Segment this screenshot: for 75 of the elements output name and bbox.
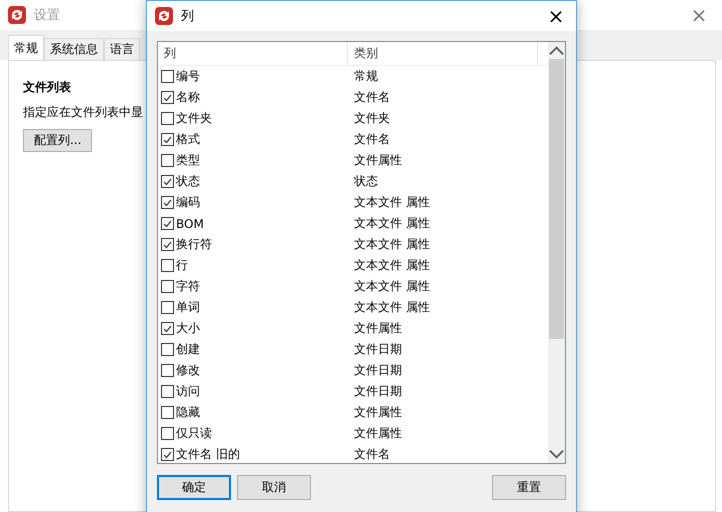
column-category: 状态	[353, 173, 378, 190]
checkbox[interactable]	[161, 70, 174, 83]
section-heading: 文件列表	[23, 79, 72, 96]
cancel-button[interactable]: 取消	[237, 475, 311, 500]
column-category: 文件属性	[353, 152, 402, 169]
column-category: 文本文件 属性	[353, 257, 430, 274]
column-header[interactable]: 类别	[348, 42, 538, 65]
section-description: 指定应在文件列表中显	[23, 104, 143, 121]
tab[interactable]: 系统信息	[44, 38, 104, 60]
column-name: 文件名 旧的	[176, 446, 240, 463]
column-category: 文件夹	[353, 110, 390, 127]
checkbox[interactable]	[161, 448, 174, 461]
tab[interactable]: 常规	[8, 35, 44, 60]
checkbox[interactable]	[161, 301, 174, 314]
checkbox[interactable]	[161, 364, 174, 377]
scrollbar-thumb[interactable]	[549, 59, 564, 339]
checkbox[interactable]	[161, 175, 174, 188]
tab[interactable]: 语言	[104, 38, 140, 60]
checkbox[interactable]	[161, 427, 174, 440]
close-button[interactable]: ×	[676, 0, 722, 30]
window-title: 设置	[34, 7, 60, 24]
column-category: 文件名	[353, 446, 390, 463]
column-category: 文本文件 属性	[353, 194, 430, 211]
column-category: 文件属性	[353, 425, 402, 442]
column-name: 格式	[176, 131, 200, 148]
column-category: 文本文件 属性	[353, 215, 430, 232]
column-name: 换行符	[176, 236, 212, 253]
column-name: 行	[176, 257, 188, 274]
column-category: 文件名	[353, 89, 390, 106]
column-category: 文件日期	[353, 362, 402, 379]
reset-button[interactable]: 重置	[492, 475, 566, 500]
column-name: 类型	[176, 152, 200, 169]
column-category: 文本文件 属性	[353, 278, 430, 295]
column-name: 单词	[176, 299, 200, 316]
checkbox[interactable]	[161, 322, 174, 335]
column-name: 创建	[176, 341, 200, 358]
column-name: 访问	[176, 383, 200, 400]
checkbox[interactable]	[161, 280, 174, 293]
checkbox[interactable]	[161, 406, 174, 419]
checkbox[interactable]	[161, 133, 174, 146]
checkbox[interactable]	[161, 217, 174, 230]
app-logo-icon	[8, 6, 26, 24]
column-name: BOM	[176, 216, 204, 230]
column-name: 编号	[176, 68, 200, 85]
column-name: 编码	[176, 194, 200, 211]
checkbox[interactable]	[161, 154, 174, 167]
column-header[interactable]: 列	[158, 42, 348, 65]
column-category: 文件属性	[353, 404, 402, 421]
checkbox[interactable]	[161, 196, 174, 209]
checkbox[interactable]	[161, 238, 174, 251]
column-name: 仅只读	[176, 425, 212, 442]
column-category: 文件名	[353, 131, 390, 148]
column-category: 文本文件 属性	[353, 299, 430, 316]
column-category: 文本文件 属性	[353, 236, 430, 253]
column-category: 常规	[353, 68, 378, 85]
app-logo-icon	[155, 7, 173, 25]
dialog-title: 列	[181, 8, 194, 25]
column-name: 隐藏	[176, 404, 200, 421]
checkbox[interactable]	[161, 385, 174, 398]
column-name: 大小	[176, 320, 200, 337]
column-name: 字符	[176, 278, 200, 295]
checkbox[interactable]	[161, 259, 174, 272]
checkbox[interactable]	[161, 91, 174, 104]
column-name: 名称	[176, 89, 200, 106]
ok-button[interactable]: 确定	[157, 475, 231, 500]
column-category: 文件日期	[353, 383, 402, 400]
column-name: 文件夹	[176, 110, 212, 127]
column-name: 状态	[176, 173, 200, 190]
checkbox[interactable]	[161, 343, 174, 356]
column-category: 文件属性	[353, 320, 402, 337]
configure-columns-button[interactable]: 配置列...	[23, 129, 92, 152]
close-button[interactable]: ×	[536, 1, 576, 31]
column-category: 文件日期	[353, 341, 402, 358]
checkbox[interactable]	[161, 112, 174, 125]
column-name: 修改	[176, 362, 200, 379]
